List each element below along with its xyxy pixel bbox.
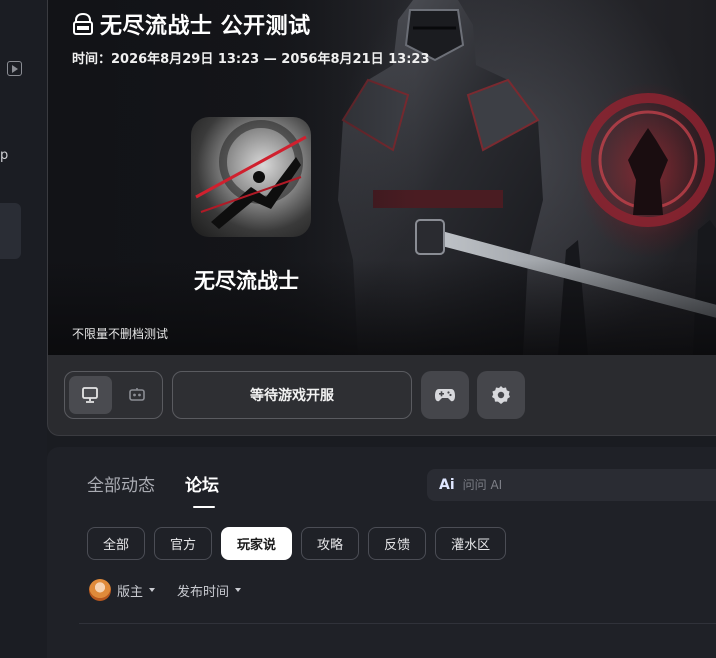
settings-icon (492, 386, 510, 404)
test-type-label: 不限量不删档测试 (72, 327, 169, 341)
sort-filters: 版主 发布时间 (89, 579, 242, 601)
forum-panel: 全部动态 论坛 Ai 全部 官方 玩家说 攻略 反馈 灌水区 版主 发布时间 (47, 447, 716, 658)
category-player-talk[interactable]: 玩家说 (221, 527, 293, 560)
left-sidebar: p (0, 0, 47, 658)
wait-for-launch-button[interactable]: 等待游戏开服 (172, 371, 412, 419)
play-video-icon[interactable] (7, 61, 22, 76)
ask-ai-box[interactable]: Ai (427, 469, 716, 501)
category-offtopic[interactable]: 灌水区 (435, 527, 507, 560)
game-cover-art (195, 120, 307, 229)
moderator-avatar (89, 579, 111, 601)
sidebar-active-item[interactable] (0, 203, 21, 259)
ai-icon: Ai (439, 477, 455, 493)
tab-forum[interactable]: 论坛 (185, 471, 219, 508)
settings-button[interactable] (477, 371, 525, 419)
caret-down-icon (235, 588, 242, 592)
game-hero-card: 无尽流战士 公开测试 时间：2026年8月29日 13:23 — 2056年8月… (47, 0, 716, 436)
hero-title: 无尽流战士 公开测试 (100, 14, 311, 39)
category-filter: 全部 官方 玩家说 攻略 反馈 灌水区 (87, 527, 507, 560)
caret-down-icon (149, 588, 156, 592)
category-feedback[interactable]: 反馈 (368, 527, 427, 560)
platform-pc-button[interactable] (69, 376, 112, 414)
gamepad-icon (435, 389, 455, 402)
test-time-range: 时间：2026年8月29日 13:23 — 2056年8月21日 13:23 (72, 52, 430, 67)
tab-all-activity[interactable]: 全部动态 (87, 471, 155, 496)
divider (79, 623, 716, 624)
content-tabs: 全部动态 论坛 (87, 471, 219, 508)
hero-action-bar: 等待游戏开服 (64, 371, 525, 419)
ask-ai-input[interactable] (462, 478, 703, 492)
platform-switch (64, 371, 163, 419)
test-badge-icon (73, 12, 93, 35)
game-cover-image[interactable] (191, 117, 311, 237)
moderator-filter-label: 版主 (117, 584, 144, 600)
platform-cloud-button[interactable] (116, 376, 159, 414)
gamepad-button[interactable] (421, 371, 469, 419)
hero-title-row: 无尽流战士 公开测试 (72, 8, 311, 40)
monitor-icon (82, 387, 99, 403)
cloud-gaming-icon (128, 388, 145, 401)
category-official[interactable]: 官方 (154, 527, 213, 560)
sort-time-label: 发布时间 (177, 584, 230, 600)
moderator-filter[interactable]: 版主 (89, 579, 156, 601)
sort-time-filter[interactable]: 发布时间 (177, 581, 242, 600)
game-name: 无尽流战士 (194, 269, 299, 293)
category-guides[interactable]: 攻略 (301, 527, 360, 560)
category-all[interactable]: 全部 (87, 527, 146, 560)
sidebar-item-label[interactable]: p (0, 148, 8, 163)
